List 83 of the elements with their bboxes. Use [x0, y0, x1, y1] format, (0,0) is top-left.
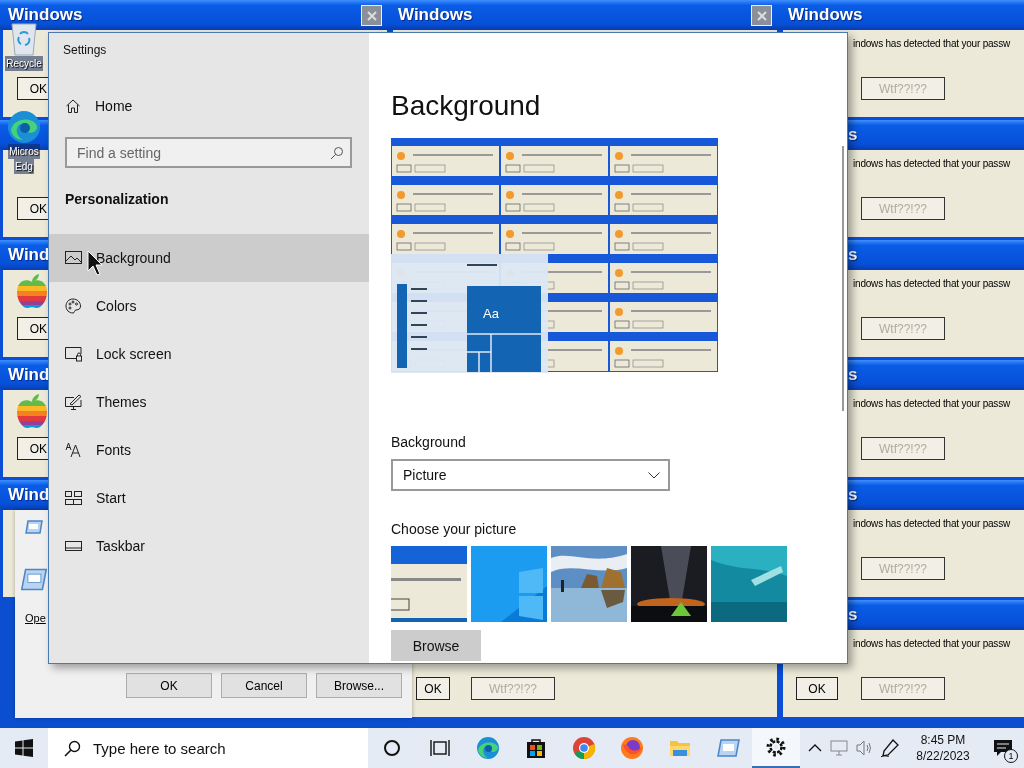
volume-icon[interactable] — [856, 740, 872, 756]
window-icon — [21, 568, 47, 591]
icon-label[interactable]: Edg — [14, 159, 34, 174]
close-button[interactable] — [751, 5, 772, 26]
field-label: Ope — [25, 612, 46, 624]
notifications-button[interactable]: 1 — [988, 733, 1018, 763]
themes-icon — [65, 394, 82, 410]
nav-item[interactable]: Lock screen — [49, 330, 369, 378]
dialog-message: indows has detected that your passw — [853, 158, 1010, 169]
picture-icon — [65, 250, 82, 266]
shopping-bag-icon — [524, 736, 548, 760]
ok-button[interactable]: OK — [17, 437, 51, 460]
nav-item[interactable]: Taskbar — [49, 522, 369, 570]
search-icon — [64, 740, 81, 757]
browser-icon — [476, 736, 500, 760]
close-button[interactable] — [361, 5, 382, 26]
search-field[interactable]: Find a setting — [65, 137, 352, 168]
fonts-icon — [65, 442, 82, 458]
window-title: Windows — [8, 5, 83, 25]
page-title: Background — [391, 89, 541, 123]
sample-text: Aa — [483, 306, 499, 321]
field-label: Choose your picture — [391, 520, 517, 538]
ok-button[interactable]: OK — [17, 77, 51, 100]
window-title: Windows — [788, 5, 863, 25]
palette-icon — [65, 298, 82, 314]
nav-item[interactable]: Start — [49, 474, 369, 522]
window-title: Wind — [8, 245, 50, 265]
browser-icon — [620, 736, 644, 760]
window-title: Windows — [398, 5, 473, 25]
scrollbar[interactable] — [842, 146, 844, 411]
ok-button[interactable]: OK — [17, 197, 51, 220]
window-title: s — [848, 245, 858, 265]
taskbar-app[interactable] — [752, 728, 800, 768]
background-dropdown[interactable]: Picture — [391, 459, 670, 491]
section-heading: Personalization — [65, 190, 170, 209]
window-icon — [716, 736, 740, 760]
taskbar-search-field[interactable]: Type here to search — [48, 728, 368, 768]
window-title: Settings — [63, 43, 108, 57]
search-icon — [330, 146, 344, 160]
browser-icon — [572, 736, 596, 760]
dialog-message: indows has detected that your passw — [853, 278, 1010, 289]
window-title: s — [848, 365, 858, 385]
window-title: s — [848, 605, 858, 625]
notification-count-badge: 1 — [1004, 749, 1018, 763]
dialog-button[interactable]: Cancel — [221, 673, 307, 698]
window-title: s — [848, 125, 858, 145]
dialog-message: indows has detected that your passw — [853, 398, 1010, 409]
nav-item[interactable]: Colors — [49, 282, 369, 330]
browse-button[interactable]: Browse — [391, 630, 481, 661]
dialog-message: indows has detected that your passw — [853, 38, 1010, 49]
chevron-down-icon — [648, 471, 660, 479]
field-label: Background — [391, 433, 466, 451]
apple-icon — [15, 274, 49, 310]
home-link[interactable]: Home — [49, 82, 369, 130]
pen-icon[interactable] — [880, 738, 900, 758]
close-icon — [365, 9, 378, 22]
nav-item[interactable]: Fonts — [49, 426, 369, 474]
window-icon — [25, 520, 43, 534]
dialog-message: indows has detected that your passw — [853, 518, 1010, 529]
lock-screen-icon — [65, 346, 82, 362]
apple-icon — [15, 394, 49, 430]
ok-button[interactable]: OK — [416, 677, 450, 700]
dialog-button[interactable]: Browse... — [316, 673, 402, 698]
taskbar-icon — [65, 538, 82, 554]
clock[interactable]: 8:45 PM 8/22/2023 — [912, 732, 974, 764]
chevron-up-icon[interactable] — [808, 744, 822, 752]
window-title: Wind — [8, 365, 50, 385]
ok-button[interactable]: OK — [17, 317, 51, 340]
window-title: s — [848, 485, 858, 505]
start-tiles-icon — [65, 490, 82, 506]
browser-icon — [7, 110, 41, 144]
nav-item[interactable]: Themes — [49, 378, 369, 426]
dialog-message: indows has detected that your passw — [853, 638, 1010, 649]
home-icon — [65, 98, 81, 114]
ok-button[interactable]: OK — [796, 677, 838, 700]
recycle-bin-icon — [9, 20, 39, 56]
close-icon — [755, 9, 768, 22]
settings-icon — [764, 735, 788, 759]
dialog-button[interactable]: OK — [126, 673, 212, 698]
window-title: Wind — [8, 485, 50, 505]
windows-logo-icon — [15, 739, 33, 757]
icon-label[interactable]: Recycle — [5, 56, 43, 71]
nav-item[interactable]: Background — [49, 234, 369, 282]
